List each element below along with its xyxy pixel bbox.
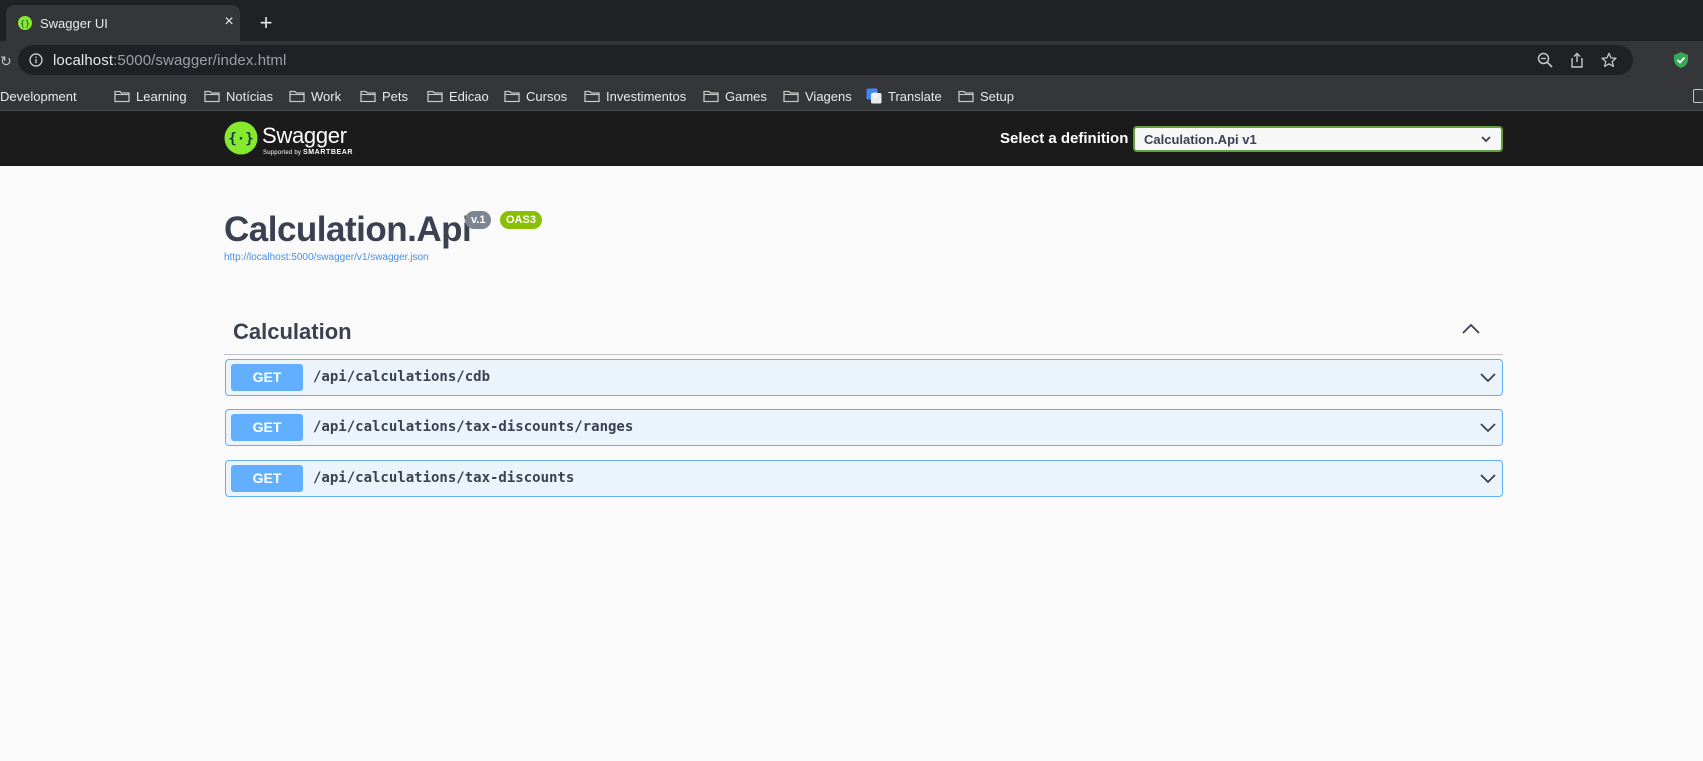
bookmark-label: Translate — [888, 88, 942, 104]
folder-icon — [204, 90, 220, 103]
bookmark-games[interactable]: Games — [703, 87, 767, 105]
url-host: localhost — [53, 52, 114, 69]
bookmark-cursos[interactable]: Cursos — [504, 87, 567, 105]
share-icon[interactable] — [1569, 52, 1585, 68]
version-badge: v.1 — [465, 211, 492, 229]
bookmark-pets[interactable]: Pets — [360, 87, 408, 105]
bookmark-label: Games — [725, 88, 767, 104]
close-tab-icon[interactable]: × — [220, 13, 238, 31]
bookmark-setup[interactable]: Setup — [958, 87, 1014, 105]
definition-select[interactable]: Calculation.Api v1 — [1133, 126, 1503, 152]
bookmark-viagens[interactable]: Viagens — [783, 87, 852, 105]
bookmark-learning[interactable]: Learning — [114, 87, 187, 105]
operation-path: /api/calculations/tax-discounts/ranges — [313, 419, 634, 435]
operation-get-tax-discounts-ranges[interactable]: GET /api/calculations/tax-discounts/rang… — [225, 409, 1503, 446]
bookmark-label: Viagens — [805, 88, 852, 104]
definition-select-value: Calculation.Api v1 — [1144, 132, 1257, 147]
other-bookmarks-icon[interactable] — [1693, 89, 1703, 103]
svg-text:{}: {} — [20, 19, 30, 28]
api-title: Calculation.Api — [224, 210, 472, 249]
bookmark-noticias[interactable]: Notícias — [204, 87, 273, 105]
folder-icon — [504, 90, 520, 103]
reload-icon[interactable]: ↻ — [0, 53, 12, 70]
bookmark-label: Development — [0, 88, 77, 104]
new-tab-button[interactable]: + — [256, 12, 276, 34]
brand-sub-name: SMARTBEAR — [302, 149, 354, 156]
folder-icon — [114, 90, 130, 103]
chevron-down-icon[interactable] — [1479, 471, 1497, 485]
bookmarks-bar: Development Learning Notícias Work Pets … — [0, 81, 1703, 111]
bookmark-label: Pets — [382, 88, 409, 104]
browser-toolbar: ↻ localhost:5000/swagger/index.html — [0, 41, 1703, 81]
swagger-brand-subtitle: Supported by SMARTBEAR — [263, 149, 353, 156]
chevron-down-icon[interactable] — [1479, 370, 1497, 384]
swagger-topbar: {·} Swagger Supported by SMARTBEAR Selec… — [0, 111, 1703, 166]
folder-icon — [289, 90, 305, 103]
brand-sub-prefix: Supported by — [263, 150, 303, 156]
site-info-icon[interactable] — [29, 53, 43, 67]
operation-path: /api/calculations/cdb — [313, 369, 491, 385]
zoom-icon[interactable] — [1537, 52, 1553, 68]
bookmark-label: Work — [311, 88, 342, 104]
chevron-down-icon[interactable] — [1479, 420, 1497, 434]
shield-extension-icon[interactable] — [1672, 51, 1690, 69]
bookmark-edicao[interactable]: Edicao — [427, 87, 489, 105]
svg-text:{·}: {·} — [228, 131, 253, 147]
bookmark-label: Learning — [136, 88, 187, 104]
method-badge: GET — [231, 414, 303, 441]
bookmark-label: Notícias — [226, 88, 273, 104]
svg-text:G: G — [872, 92, 878, 100]
folder-icon — [783, 90, 799, 103]
bookmark-label: Cursos — [526, 88, 568, 104]
bookmark-investimentos[interactable]: Investimentos — [584, 87, 686, 105]
definition-label: Select a definition — [1000, 130, 1129, 147]
tag-title: Calculation — [233, 319, 352, 344]
operation-get-cdb[interactable]: GET /api/calculations/cdb — [225, 359, 1503, 396]
chevron-down-icon — [1481, 136, 1491, 143]
method-badge: GET — [231, 465, 303, 492]
folder-icon — [360, 90, 376, 103]
bookmark-label: Edicao — [449, 88, 489, 104]
chevron-up-icon[interactable] — [1461, 322, 1481, 336]
operation-get-tax-discounts[interactable]: GET /api/calculations/tax-discounts — [225, 460, 1503, 497]
address-bar-actions — [1537, 52, 1617, 68]
swagger-brand: Swagger — [262, 123, 347, 148]
bookmark-translate[interactable]: G Translate — [866, 87, 942, 105]
operation-path: /api/calculations/tax-discounts — [313, 470, 575, 486]
browser-tab[interactable]: {} Swagger UI × — [6, 5, 240, 41]
folder-icon — [703, 90, 719, 103]
google-translate-icon: G — [866, 88, 882, 104]
folder-icon — [584, 90, 600, 103]
address-bar[interactable]: localhost:5000/swagger/index.html — [18, 45, 1633, 75]
folder-icon — [427, 90, 443, 103]
bookmark-development[interactable]: Development — [0, 87, 77, 105]
bookmark-label: Investimentos — [606, 88, 687, 104]
swagger-favicon-icon: {} — [18, 16, 32, 30]
tag-section-header[interactable]: Calculation — [224, 314, 1503, 355]
spec-json-link[interactable]: http://localhost:5000/swagger/v1/swagger… — [224, 252, 429, 263]
bookmark-work[interactable]: Work — [289, 87, 341, 105]
bookmark-star-icon[interactable] — [1601, 52, 1617, 68]
method-badge: GET — [231, 364, 303, 391]
oas-badge: OAS3 — [500, 211, 542, 229]
url-text[interactable]: localhost:5000/swagger/index.html — [53, 52, 286, 69]
folder-icon — [958, 90, 974, 103]
swagger-logo-icon[interactable]: {·} — [224, 121, 258, 155]
tab-title: Swagger UI — [40, 16, 108, 31]
bookmark-label: Setup — [980, 88, 1014, 104]
url-path: :5000/swagger/index.html — [113, 52, 287, 69]
browser-tab-strip: {} Swagger UI × + — [0, 0, 1703, 41]
